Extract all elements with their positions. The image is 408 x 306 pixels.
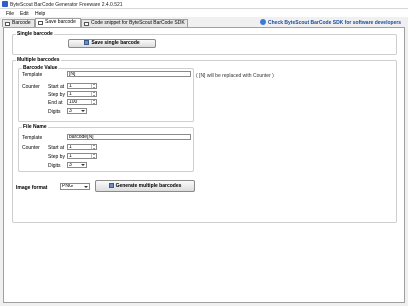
value-template-label: Template <box>22 72 43 78</box>
save-icon <box>84 40 90 46</box>
generate-multiple-barcodes-label: Generate multiple barcodes <box>115 183 182 189</box>
title-bar: ByteScout BarCode Generator Freeware 2.4… <box>0 0 408 9</box>
value-counter-label: Counter <box>22 84 40 90</box>
file-start-label: Start at <box>48 145 65 151</box>
chevron-down-icon <box>81 164 85 166</box>
chevron-down-icon <box>84 185 88 188</box>
value-digits-value: 3 <box>69 108 72 114</box>
tab-code-snippet-label: Code snippet for ByteScout BarCode SDK <box>91 20 185 26</box>
value-start-value: 1 <box>69 83 72 89</box>
multiple-barcodes-title: Multiple barcodes <box>16 57 61 63</box>
file-start-stepper[interactable]: 1 <box>67 144 97 150</box>
tab-barcode[interactable]: Barcode <box>2 19 35 27</box>
tab-strip: Barcode Save barcode Code snippet for By… <box>0 17 408 27</box>
save-icon <box>38 20 43 25</box>
chevron-down-icon <box>81 110 85 112</box>
barcode-icon <box>5 21 10 26</box>
sdk-link[interactable]: Check ByteScout BarCode SDK for software… <box>268 20 401 26</box>
file-start-value: 1 <box>69 144 72 150</box>
value-end-label: End at <box>48 100 63 106</box>
template-hint: ( [N] will be replaced with Counter ) <box>196 73 274 79</box>
barcode-icon <box>108 183 114 189</box>
file-digits-select[interactable]: 3 <box>67 162 87 168</box>
app-icon <box>2 1 8 7</box>
save-single-barcode-label: Save single barcode <box>91 40 140 46</box>
menu-help[interactable]: Help <box>35 11 45 17</box>
value-end-stepper[interactable]: 100 <box>67 99 97 105</box>
image-format-select[interactable]: PNG <box>60 183 90 190</box>
value-digits-select[interactable]: 3 <box>67 108 87 114</box>
value-start-label: Start at <box>48 84 65 90</box>
file-step-stepper[interactable]: 1 <box>67 153 97 159</box>
spinner-arrows-icon[interactable] <box>91 100 96 104</box>
value-template-input[interactable]: [N] <box>67 71 191 77</box>
menu-bar: File Edit Help <box>0 9 408 17</box>
spinner-arrows-icon[interactable] <box>91 92 96 96</box>
value-step-value: 1 <box>69 91 72 97</box>
value-step-stepper[interactable]: 1 <box>67 91 97 97</box>
generate-multiple-barcodes-button[interactable]: Generate multiple barcodes <box>95 180 195 192</box>
save-barcode-panel: Single barcode Save single barcode Multi… <box>3 27 405 303</box>
value-digits-label: Digits <box>48 109 61 115</box>
save-single-barcode-button[interactable]: Save single barcode <box>68 39 156 48</box>
spinner-arrows-icon[interactable] <box>91 154 96 158</box>
menu-edit[interactable]: Edit <box>20 11 29 17</box>
tab-code-snippet[interactable]: Code snippet for ByteScout BarCode SDK <box>81 19 188 27</box>
image-format-value: PNG <box>62 183 73 189</box>
file-name-title: File Name <box>22 124 48 130</box>
file-template-label: Template <box>22 135 43 141</box>
file-step-label: Step by <box>48 154 65 160</box>
menu-file[interactable]: File <box>6 11 14 17</box>
spinner-arrows-icon[interactable] <box>91 84 96 88</box>
image-format-label: Image format <box>16 185 48 191</box>
file-step-value: 1 <box>69 153 72 159</box>
file-digits-value: 3 <box>69 162 72 168</box>
value-step-label: Step by <box>48 92 65 98</box>
window-title: ByteScout BarCode Generator Freeware 2.4… <box>10 1 123 8</box>
tab-save-barcode[interactable]: Save barcode <box>35 18 81 27</box>
tab-save-barcode-label: Save barcode <box>45 19 76 25</box>
value-start-stepper[interactable]: 1 <box>67 83 97 89</box>
info-icon <box>260 19 266 25</box>
barcode-value-title: Barcode Value <box>22 65 59 71</box>
spinner-arrows-icon[interactable] <box>91 145 96 149</box>
code-icon <box>84 21 89 26</box>
file-counter-label: Counter <box>22 145 40 151</box>
file-template-input[interactable]: barcode[N] <box>67 134 191 140</box>
value-end-value: 100 <box>69 99 78 105</box>
file-digits-label: Digits <box>48 163 61 169</box>
tab-barcode-label: Barcode <box>12 20 31 26</box>
single-barcode-title: Single barcode <box>16 31 54 37</box>
